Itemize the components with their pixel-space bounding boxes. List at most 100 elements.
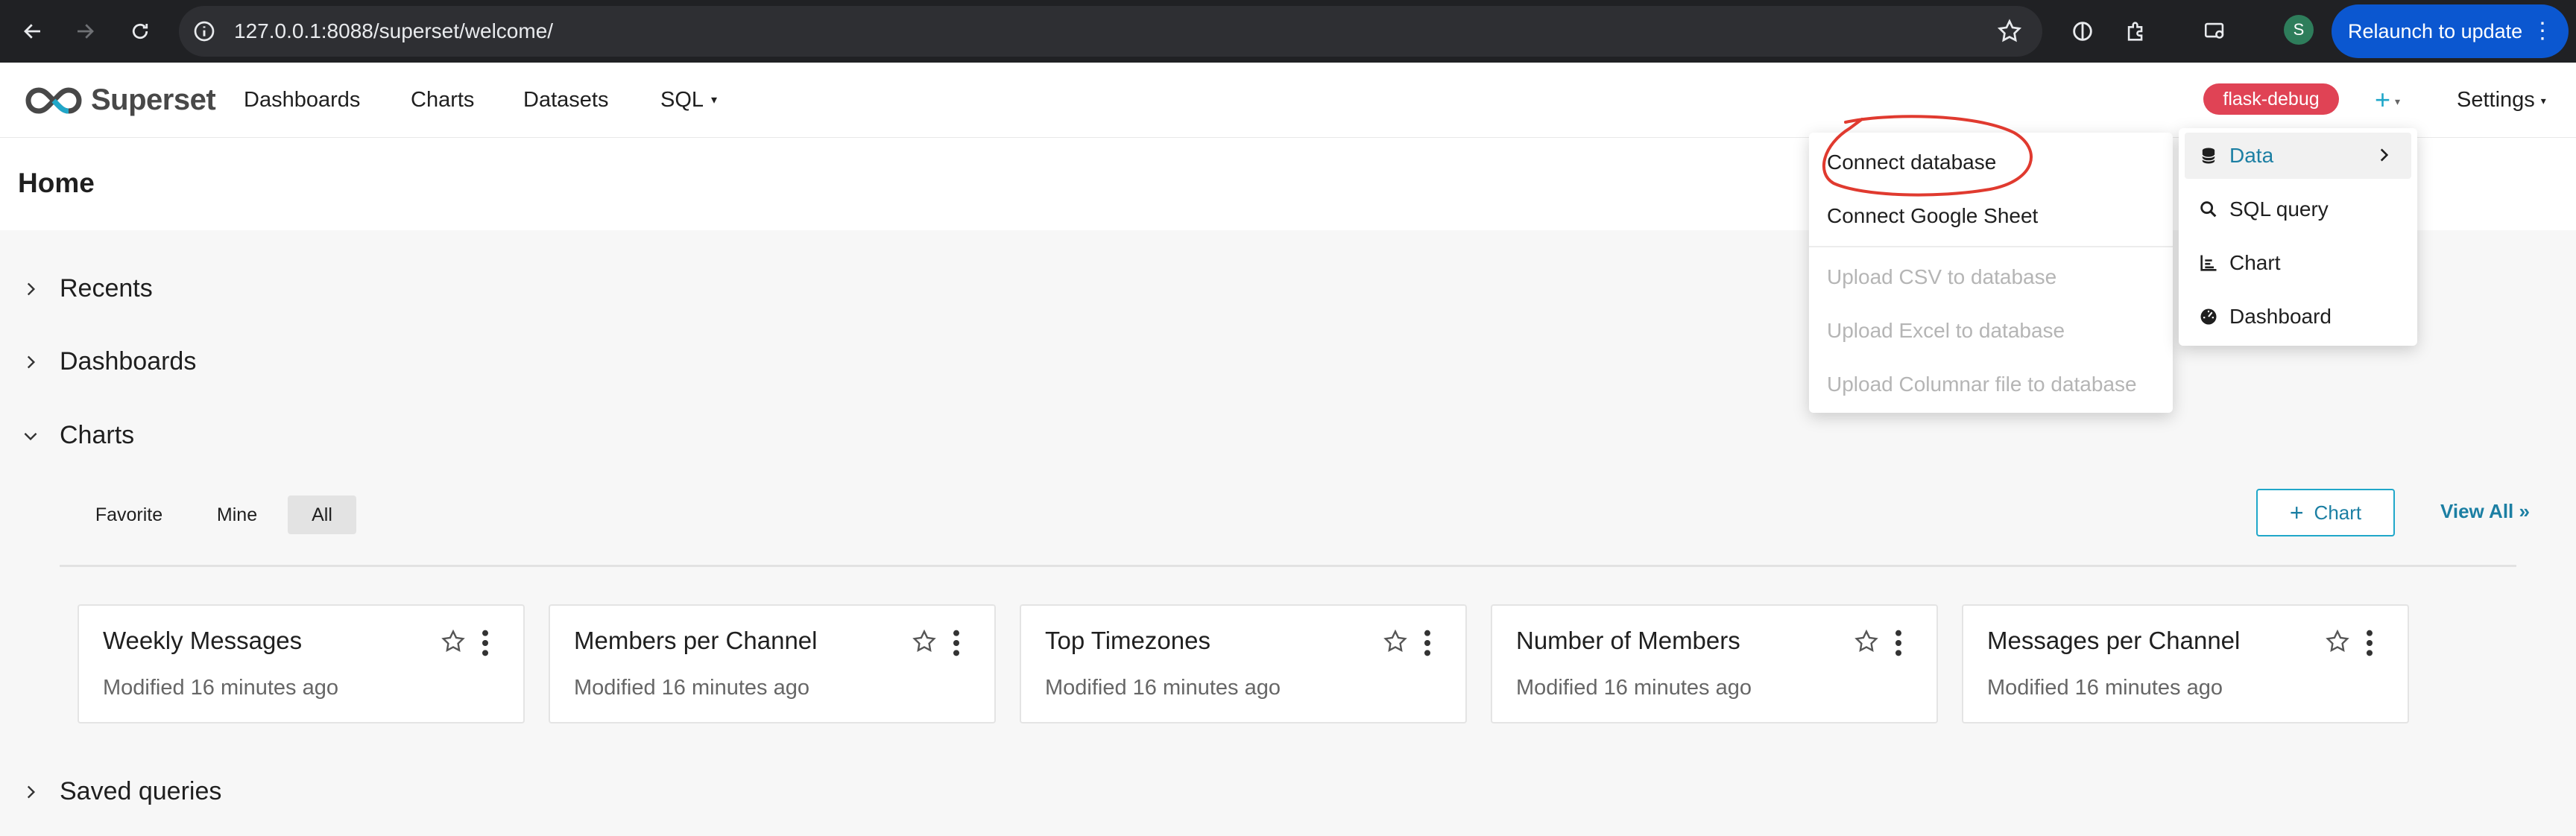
more-vert-icon[interactable]	[951, 628, 962, 658]
menu-item-upload-csv: Upload CSV to database	[1827, 265, 2057, 288]
section-recents[interactable]: Recents	[21, 274, 153, 303]
extensions-button[interactable]	[2118, 13, 2154, 49]
section-charts[interactable]: Charts	[21, 421, 134, 450]
caret-down-icon: ▾	[2395, 95, 2401, 108]
puzzle-icon	[2127, 22, 2143, 41]
tab-search-button[interactable]	[2197, 13, 2233, 49]
menu-item-data[interactable]: Data	[2185, 133, 2411, 179]
new-button[interactable]: + ▾	[2375, 85, 2400, 116]
section-saved-queries[interactable]: Saved queries	[21, 777, 221, 806]
section-label: Charts	[60, 421, 135, 449]
card-modified: Modified 16 minutes ago	[1516, 676, 1752, 700]
section-dashboards[interactable]: Dashboards	[21, 347, 196, 376]
profile-avatar[interactable]: S	[2284, 15, 2314, 45]
new-menu: Data SQL query Chart Dashboard	[2179, 128, 2417, 346]
extension-shield-icon	[2073, 22, 2092, 41]
chart-card[interactable]: Number of Members Modified 16 minutes ag…	[1491, 604, 1938, 723]
favorite-star-icon[interactable]	[440, 628, 467, 655]
menu-item-label: SQL query	[2229, 197, 2329, 221]
caret-down-icon: ▾	[711, 94, 718, 107]
relaunch-button[interactable]: Relaunch to update ⋮	[2332, 4, 2569, 58]
card-title[interactable]: Top Timezones	[1045, 627, 1210, 655]
view-all-link[interactable]: View All »	[2440, 500, 2530, 523]
chevron-right-icon	[27, 282, 36, 295]
chevron-right-icon	[27, 785, 36, 798]
favorite-star-icon[interactable]	[911, 628, 938, 655]
site-info-icon[interactable]	[192, 19, 216, 43]
card-modified: Modified 16 minutes ago	[1045, 676, 1281, 700]
section-label: Recents	[60, 274, 153, 303]
reload-button[interactable]	[119, 10, 161, 52]
chart-card[interactable]: Weekly Messages Modified 16 minutes ago	[78, 604, 525, 723]
add-chart-button[interactable]: + Chart	[2256, 489, 2395, 536]
menu-item-dashboard[interactable]: Dashboard	[2185, 294, 2411, 340]
menu-item-connect-google-sheet[interactable]: Connect Google Sheet	[1827, 204, 2038, 228]
more-vert-icon: ⋮	[2531, 19, 2554, 43]
superset-logo[interactable]: Superset	[22, 83, 216, 117]
dashboard-icon	[2200, 308, 2217, 325]
plus-icon: +	[2375, 84, 2391, 115]
settings-label: Settings	[2457, 88, 2535, 112]
forward-arrow-icon	[78, 24, 94, 39]
chart-card[interactable]: Messages per Channel Modified 16 minutes…	[1962, 604, 2409, 723]
chart-card[interactable]: Members per Channel Modified 16 minutes …	[549, 604, 996, 723]
caret-down-icon: ▾	[2540, 95, 2546, 107]
favorite-star-icon[interactable]	[1382, 628, 1409, 655]
settings-menu[interactable]: Settings ▾	[2457, 85, 2546, 115]
menu-item-label: Dashboard	[2229, 305, 2332, 328]
more-vert-icon[interactable]	[480, 628, 490, 658]
app-header: Superset Dashboards Charts Datasets SQL ▾…	[0, 63, 2576, 138]
chart-card[interactable]: Top Timezones Modified 16 minutes ago	[1020, 604, 1467, 723]
chevron-right-icon	[27, 355, 36, 368]
section-label: Saved queries	[60, 777, 222, 805]
tab-mine[interactable]: Mine	[200, 495, 274, 534]
card-modified: Modified 16 minutes ago	[1987, 676, 2223, 700]
superset-logo-icon	[25, 86, 82, 114]
favorite-star-icon[interactable]	[2324, 628, 2351, 655]
divider	[60, 565, 2516, 567]
more-vert-icon[interactable]	[2364, 628, 2375, 658]
tab-all[interactable]: All	[288, 495, 356, 534]
page-title: Home	[18, 168, 95, 198]
chevron-right-icon	[2380, 148, 2389, 162]
menu-item-upload-columnar: Upload Columnar file to database	[1827, 373, 2137, 396]
favorite-star-icon[interactable]	[1853, 628, 1880, 655]
menu-item-sql-query[interactable]: SQL query	[2185, 186, 2411, 232]
card-modified: Modified 16 minutes ago	[103, 676, 338, 700]
nav-charts[interactable]: Charts	[411, 85, 474, 115]
reload-icon	[132, 23, 148, 39]
tab-search-icon	[2204, 22, 2224, 39]
browser-toolbar: 127.0.0.1:8088/superset/welcome/ S Relau…	[0, 0, 2576, 63]
bar-chart-icon	[2200, 255, 2217, 271]
back-button[interactable]	[12, 10, 54, 52]
nav-sql[interactable]: SQL ▾	[660, 85, 717, 115]
section-label: Dashboards	[60, 347, 197, 376]
bookmark-star-icon[interactable]	[1996, 18, 2023, 45]
card-modified: Modified 16 minutes ago	[574, 676, 809, 700]
nav-datasets[interactable]: Datasets	[523, 85, 608, 115]
nav-sql-label: SQL	[660, 88, 704, 112]
card-title[interactable]: Weekly Messages	[103, 627, 302, 655]
card-title[interactable]: Number of Members	[1516, 627, 1740, 655]
card-title[interactable]: Messages per Channel	[1987, 627, 2240, 655]
menu-item-chart[interactable]: Chart	[2185, 240, 2411, 286]
environment-badge: flask-debug	[2203, 83, 2339, 115]
menu-item-label: Chart	[2229, 251, 2281, 274]
url-text: 127.0.0.1:8088/superset/welcome/	[234, 19, 554, 42]
menu-item-label: Data	[2229, 144, 2274, 167]
more-vert-icon[interactable]	[1422, 628, 1433, 658]
menu-divider	[1809, 246, 2173, 247]
card-title[interactable]: Members per Channel	[574, 627, 818, 655]
more-vert-icon[interactable]	[1893, 628, 1904, 658]
nav-dashboards[interactable]: Dashboards	[244, 85, 360, 115]
search-icon	[2200, 201, 2217, 218]
brand-name: Superset	[91, 83, 216, 116]
add-chart-label: Chart	[2314, 501, 2362, 524]
relaunch-label: Relaunch to update	[2348, 19, 2523, 42]
tab-favorite[interactable]: Favorite	[80, 495, 177, 534]
address-bar[interactable]: 127.0.0.1:8088/superset/welcome/	[179, 6, 2042, 57]
plus-icon: +	[2289, 498, 2304, 526]
database-icon	[2202, 148, 2215, 164]
forward-button[interactable]	[64, 10, 106, 52]
extension-button[interactable]	[2065, 13, 2100, 49]
